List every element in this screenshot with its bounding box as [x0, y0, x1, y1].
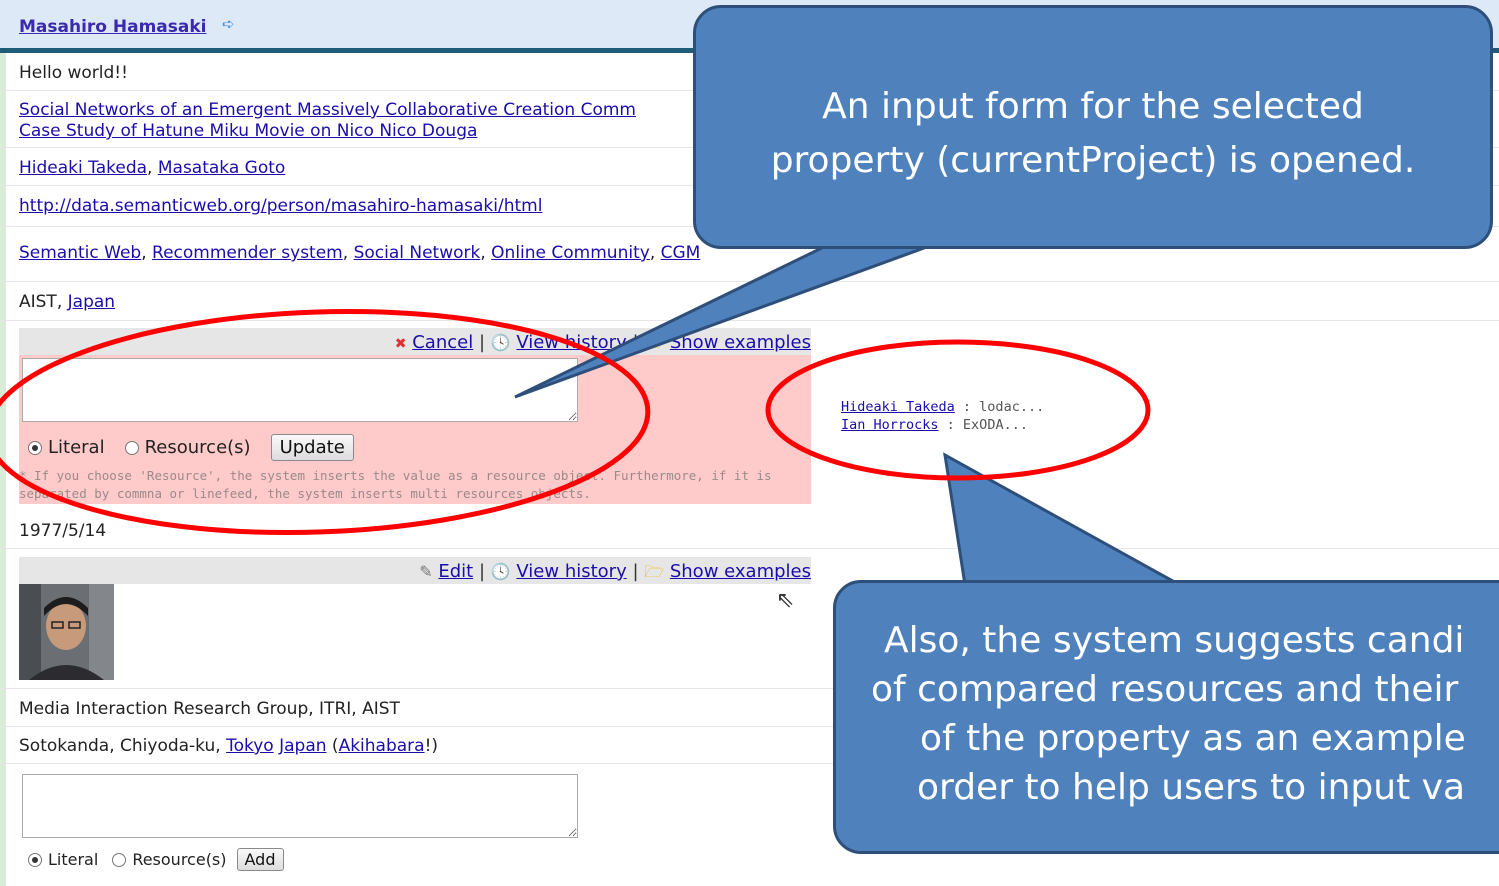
callout-line: of the property as an example — [920, 718, 1466, 759]
callout-line: Also, the system suggests candi — [884, 620, 1465, 661]
callout-line: property (currentProject) is opened. — [770, 140, 1416, 181]
callout-line: An input form for the selected — [822, 86, 1364, 127]
callout-pointer-bottom — [943, 452, 1181, 587]
callout-input-form: An input form for the selected property … — [693, 5, 1493, 249]
highlight-ellipse-form — [0, 308, 651, 536]
callout-line: order to help users to input va — [917, 767, 1465, 808]
callout-pointer-top — [514, 242, 936, 399]
callout-line: of compared resources and their — [871, 669, 1459, 710]
highlight-ellipse-suggestions — [765, 339, 1151, 481]
callout-suggestions: Also, the system suggests candi of compa… — [833, 580, 1499, 854]
